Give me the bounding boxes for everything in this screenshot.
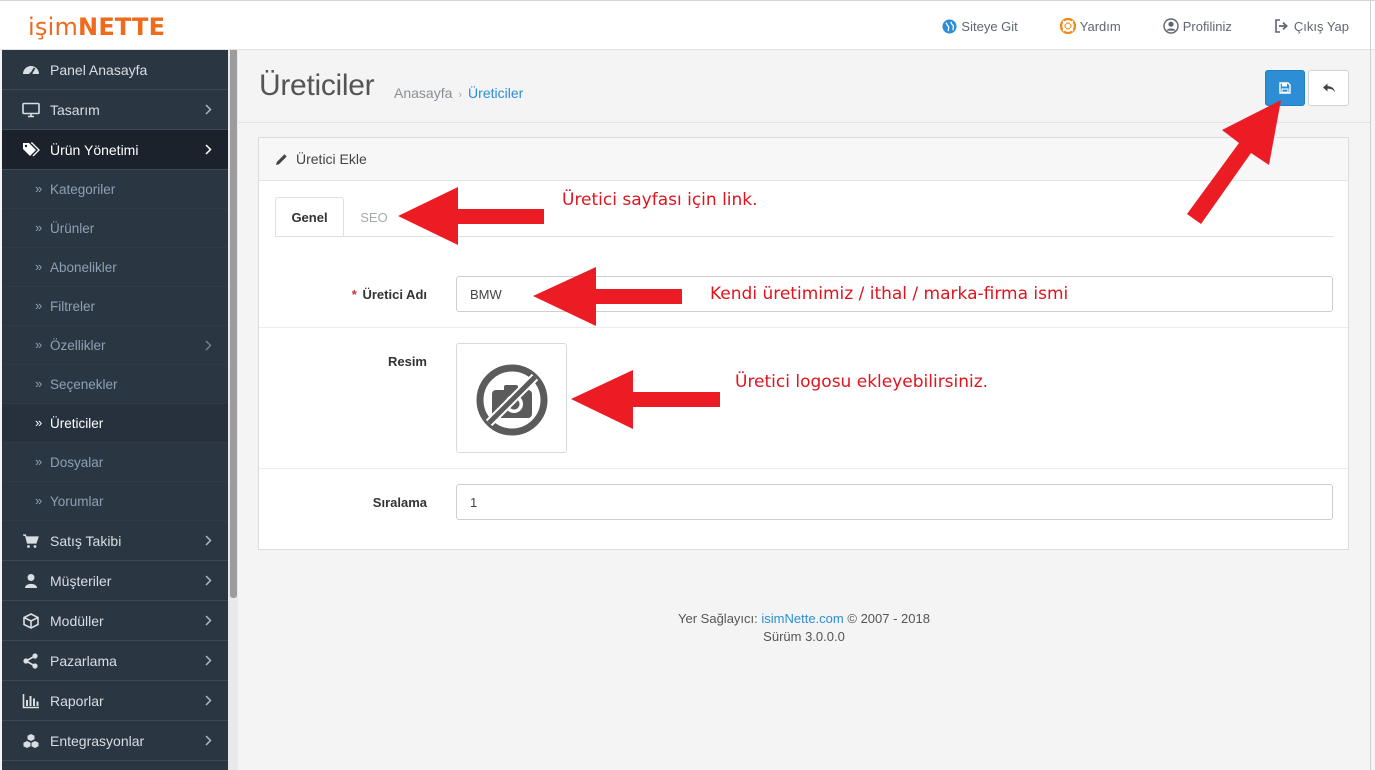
annotation-arrows	[398, 100, 1281, 429]
annotation-arrow-seo	[398, 187, 544, 245]
annotation-arrow-logo	[571, 370, 720, 429]
annotation-logo-note: Üretici logosu ekleyebilirsiniz.	[735, 372, 989, 392]
annotation-seo-note: Üretici sayfası için link.	[562, 190, 758, 210]
annotation-name-note: Kendi üretimimiz / ithal / marka-firma i…	[710, 284, 1069, 304]
annotation-arrow-name	[533, 267, 682, 326]
annotation-arrow-save	[1187, 100, 1281, 224]
window-right-border	[1370, 0, 1371, 770]
